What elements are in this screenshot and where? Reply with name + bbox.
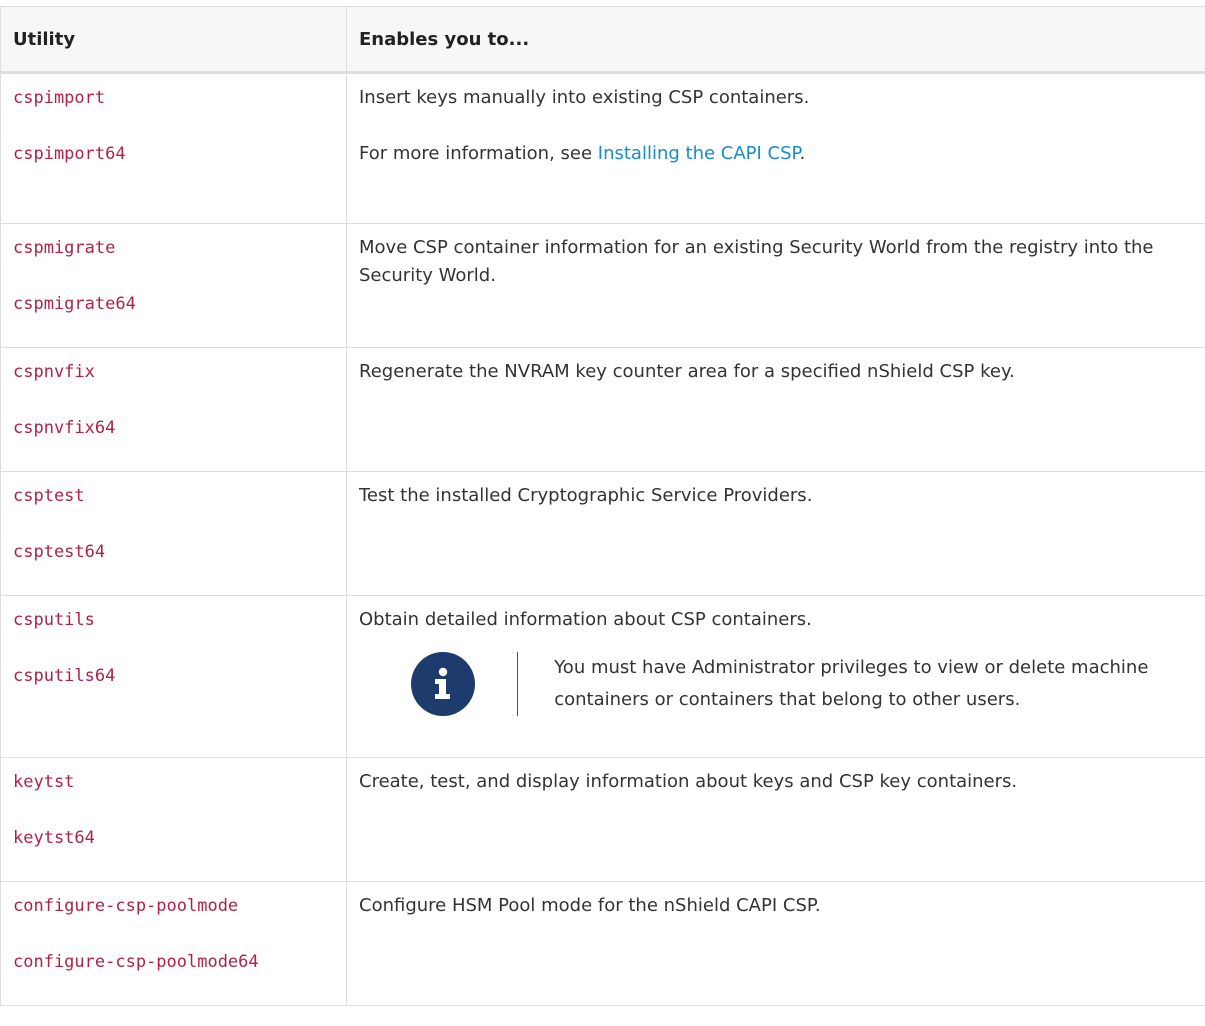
utility-name: csptest64 <box>13 542 106 562</box>
utility-name: cspnvfix <box>13 362 95 382</box>
table-row: configure-csp-poolmode configure-csp-poo… <box>0 881 1205 1006</box>
note-divider <box>517 652 519 716</box>
note-text: You must have Administrator privileges t… <box>554 657 1149 710</box>
header-enables: Enables you to... <box>346 6 1205 74</box>
table-header-row: Utility Enables you to... <box>0 6 1205 74</box>
utility-name: cspimport64 <box>13 144 126 164</box>
utility-name: configure-csp-poolmode64 <box>13 952 259 972</box>
header-utility: Utility <box>0 6 347 74</box>
description-cell: Obtain detailed information about CSP co… <box>346 595 1205 758</box>
description-text: Regenerate the NVRAM key counter area fo… <box>359 361 1015 382</box>
utility-name: csputils <box>13 610 95 630</box>
table-row: cspimport cspimport64 Insert keys manual… <box>0 72 1205 224</box>
installing-capi-csp-link[interactable]: Installing the CAPI CSP <box>598 143 800 164</box>
utility-name: configure-csp-poolmode <box>13 896 239 916</box>
description-text: Move CSP container information for an ex… <box>359 237 1154 286</box>
description-text: Configure HSM Pool mode for the nShield … <box>359 895 821 916</box>
table-row: cspmigrate cspmigrate64 Move CSP contain… <box>0 223 1205 348</box>
admin-privileges-note: You must have Administrator privileges t… <box>359 652 1194 716</box>
utility-cell: csptest csptest64 <box>0 471 347 596</box>
table-row: cspnvfix cspnvfix64 Regenerate the NVRAM… <box>0 347 1205 472</box>
table-row: csputils csputils64 Obtain detailed info… <box>0 595 1205 758</box>
description-cell: Configure HSM Pool mode for the nShield … <box>346 881 1205 1006</box>
info-icon <box>411 652 475 716</box>
utility-name: cspmigrate <box>13 238 116 258</box>
utility-name: keytst64 <box>13 828 95 848</box>
description-cell: Regenerate the NVRAM key counter area fo… <box>346 347 1205 472</box>
utilities-table: Utility Enables you to... cspimport cspi… <box>0 6 1205 1006</box>
utility-cell: cspimport cspimport64 <box>0 72 347 224</box>
utility-name: cspimport <box>13 88 106 108</box>
table-row: csptest csptest64 Test the installed Cry… <box>0 471 1205 596</box>
description-text: Test the installed Cryptographic Service… <box>359 485 813 506</box>
utility-name: keytst <box>13 772 75 792</box>
description-text: Insert keys manually into existing CSP c… <box>359 87 810 108</box>
description-cell: Insert keys manually into existing CSP c… <box>346 72 1205 224</box>
table-row: keytst keytst64 Create, test, and displa… <box>0 757 1205 882</box>
description-cell: Test the installed Cryptographic Service… <box>346 471 1205 596</box>
utility-name: cspnvfix64 <box>13 418 116 438</box>
utility-name: cspmigrate64 <box>13 294 136 314</box>
description-text: Obtain detailed information about CSP co… <box>359 609 812 630</box>
utility-cell: csputils csputils64 <box>0 595 347 758</box>
description-text: Create, test, and display information ab… <box>359 771 1018 792</box>
more-info-text: For more information, see Installing the… <box>359 143 806 164</box>
utility-name: csputils64 <box>13 666 116 686</box>
utility-cell: cspnvfix cspnvfix64 <box>0 347 347 472</box>
utility-cell: cspmigrate cspmigrate64 <box>0 223 347 348</box>
utility-name: csptest <box>13 486 85 506</box>
utility-cell: configure-csp-poolmode configure-csp-poo… <box>0 881 347 1006</box>
utility-cell: keytst keytst64 <box>0 757 347 882</box>
description-cell: Move CSP container information for an ex… <box>346 223 1205 348</box>
description-cell: Create, test, and display information ab… <box>346 757 1205 882</box>
